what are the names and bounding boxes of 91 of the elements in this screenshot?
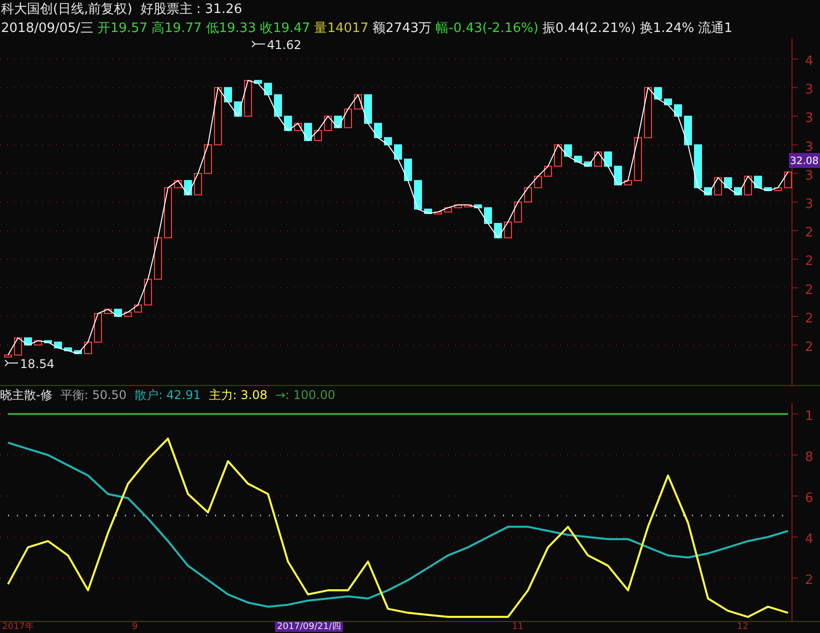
- candlestick: [674, 104, 682, 117]
- candlestick: [544, 166, 552, 177]
- candlestick: [754, 176, 762, 188]
- quote-value: 低19.33: [206, 20, 256, 38]
- candlestick: [384, 137, 392, 146]
- candlestick: [494, 222, 502, 238]
- quote-value: 额2743万: [372, 20, 432, 38]
- axis-label: 2: [805, 311, 814, 326]
- candlestick: [524, 187, 532, 202]
- date-label: 11: [511, 622, 524, 632]
- candlestick: [264, 82, 272, 96]
- axis-label: 4: [805, 532, 814, 547]
- axis-label: 4: [805, 54, 814, 69]
- candlestick: [654, 87, 662, 100]
- candlestick: [164, 187, 172, 238]
- candlestick: [644, 87, 652, 138]
- candlestick: [244, 80, 252, 117]
- candlestick: [784, 171, 792, 188]
- axis-label: 2: [805, 226, 814, 241]
- candlestick: [14, 337, 22, 356]
- candlestick: [214, 87, 222, 146]
- candlestick: [194, 172, 202, 196]
- quote-value: 开19.57: [97, 20, 148, 38]
- quote-value: 2018/09/05/三: [1, 20, 94, 38]
- date-label: 9: [131, 622, 139, 632]
- date-label: 2017年: [1, 622, 35, 632]
- candlestick: [324, 116, 332, 131]
- axis-label: 2: [805, 282, 814, 298]
- candlestick: [514, 202, 522, 223]
- candlestick: [604, 151, 612, 167]
- axis-label: 2: [805, 573, 814, 588]
- candlestick: [554, 144, 562, 167]
- axis-label: 2: [805, 340, 814, 355]
- quote-value: 换1.24%: [640, 20, 694, 38]
- candlestick: [414, 180, 422, 210]
- axis-label: 3: [805, 82, 814, 98]
- axis-label: 8: [805, 450, 814, 465]
- candlestick: [364, 94, 372, 124]
- legend-value: 晓主散-修: [0, 387, 52, 403]
- candlestick: [344, 108, 352, 128]
- quote-value: 高19.77: [152, 20, 202, 38]
- candlestick: [564, 144, 572, 157]
- quote-value: 收19.47: [260, 20, 310, 38]
- candlestick: [484, 207, 492, 224]
- candlestick: [404, 158, 412, 182]
- candlestick: [314, 130, 322, 141]
- axis-label: 3: [805, 168, 814, 184]
- quote-value: 流通1: [698, 20, 732, 38]
- candlestick: [374, 122, 382, 138]
- candlestick: [4, 354, 12, 358]
- candlestick: [724, 177, 732, 188]
- date-label: 12: [736, 622, 750, 632]
- candlestick: [714, 177, 722, 196]
- legend-value: →: 100.00: [275, 387, 336, 403]
- axis-label: 1: [805, 409, 814, 424]
- quote-value: 量14017: [314, 20, 369, 38]
- axis-label: 3: [805, 197, 814, 212]
- indicator-value: 好股票主 : 31.26: [140, 1, 242, 19]
- candlestick: [204, 144, 212, 174]
- candlestick: [504, 222, 512, 238]
- candlestick: [224, 87, 232, 102]
- candlestick: [614, 166, 622, 186]
- candlestick: [274, 94, 282, 117]
- legend-value: 平衡: 50.50: [60, 387, 127, 403]
- candlestick: [694, 144, 702, 188]
- candlestick: [94, 313, 102, 343]
- stock-title: 科大国创(日线,前复权): [1, 1, 132, 19]
- quote-value: 幅-0.43(-2.16%): [436, 20, 538, 38]
- candlestick: [304, 122, 312, 141]
- axis-label: 3: [805, 111, 814, 126]
- candlestick: [594, 151, 602, 167]
- candlestick: [634, 137, 642, 182]
- legend-value: 散户: 42.91: [134, 387, 201, 403]
- candlestick: [154, 237, 162, 280]
- candlestick: [144, 278, 152, 306]
- candlestick: [624, 180, 632, 186]
- axis-label: 2: [805, 254, 814, 270]
- axis-label: 3: [805, 140, 814, 155]
- candlestick: [254, 80, 262, 84]
- candlestick: [284, 116, 292, 131]
- date-label: 2017/09/21/四: [275, 622, 343, 632]
- candlestick: [394, 144, 402, 160]
- candlestick: [534, 176, 542, 188]
- legend-value: 主力: 3.08: [208, 387, 268, 403]
- quote-value: 振0.44(2.21%): [542, 20, 636, 38]
- price-tag: 32.08: [789, 152, 820, 168]
- candlestick: [744, 176, 752, 196]
- candlestick: [84, 342, 92, 354]
- candlestick: [684, 116, 692, 146]
- candlestick: [664, 98, 672, 106]
- axis-label: 6: [805, 491, 814, 506]
